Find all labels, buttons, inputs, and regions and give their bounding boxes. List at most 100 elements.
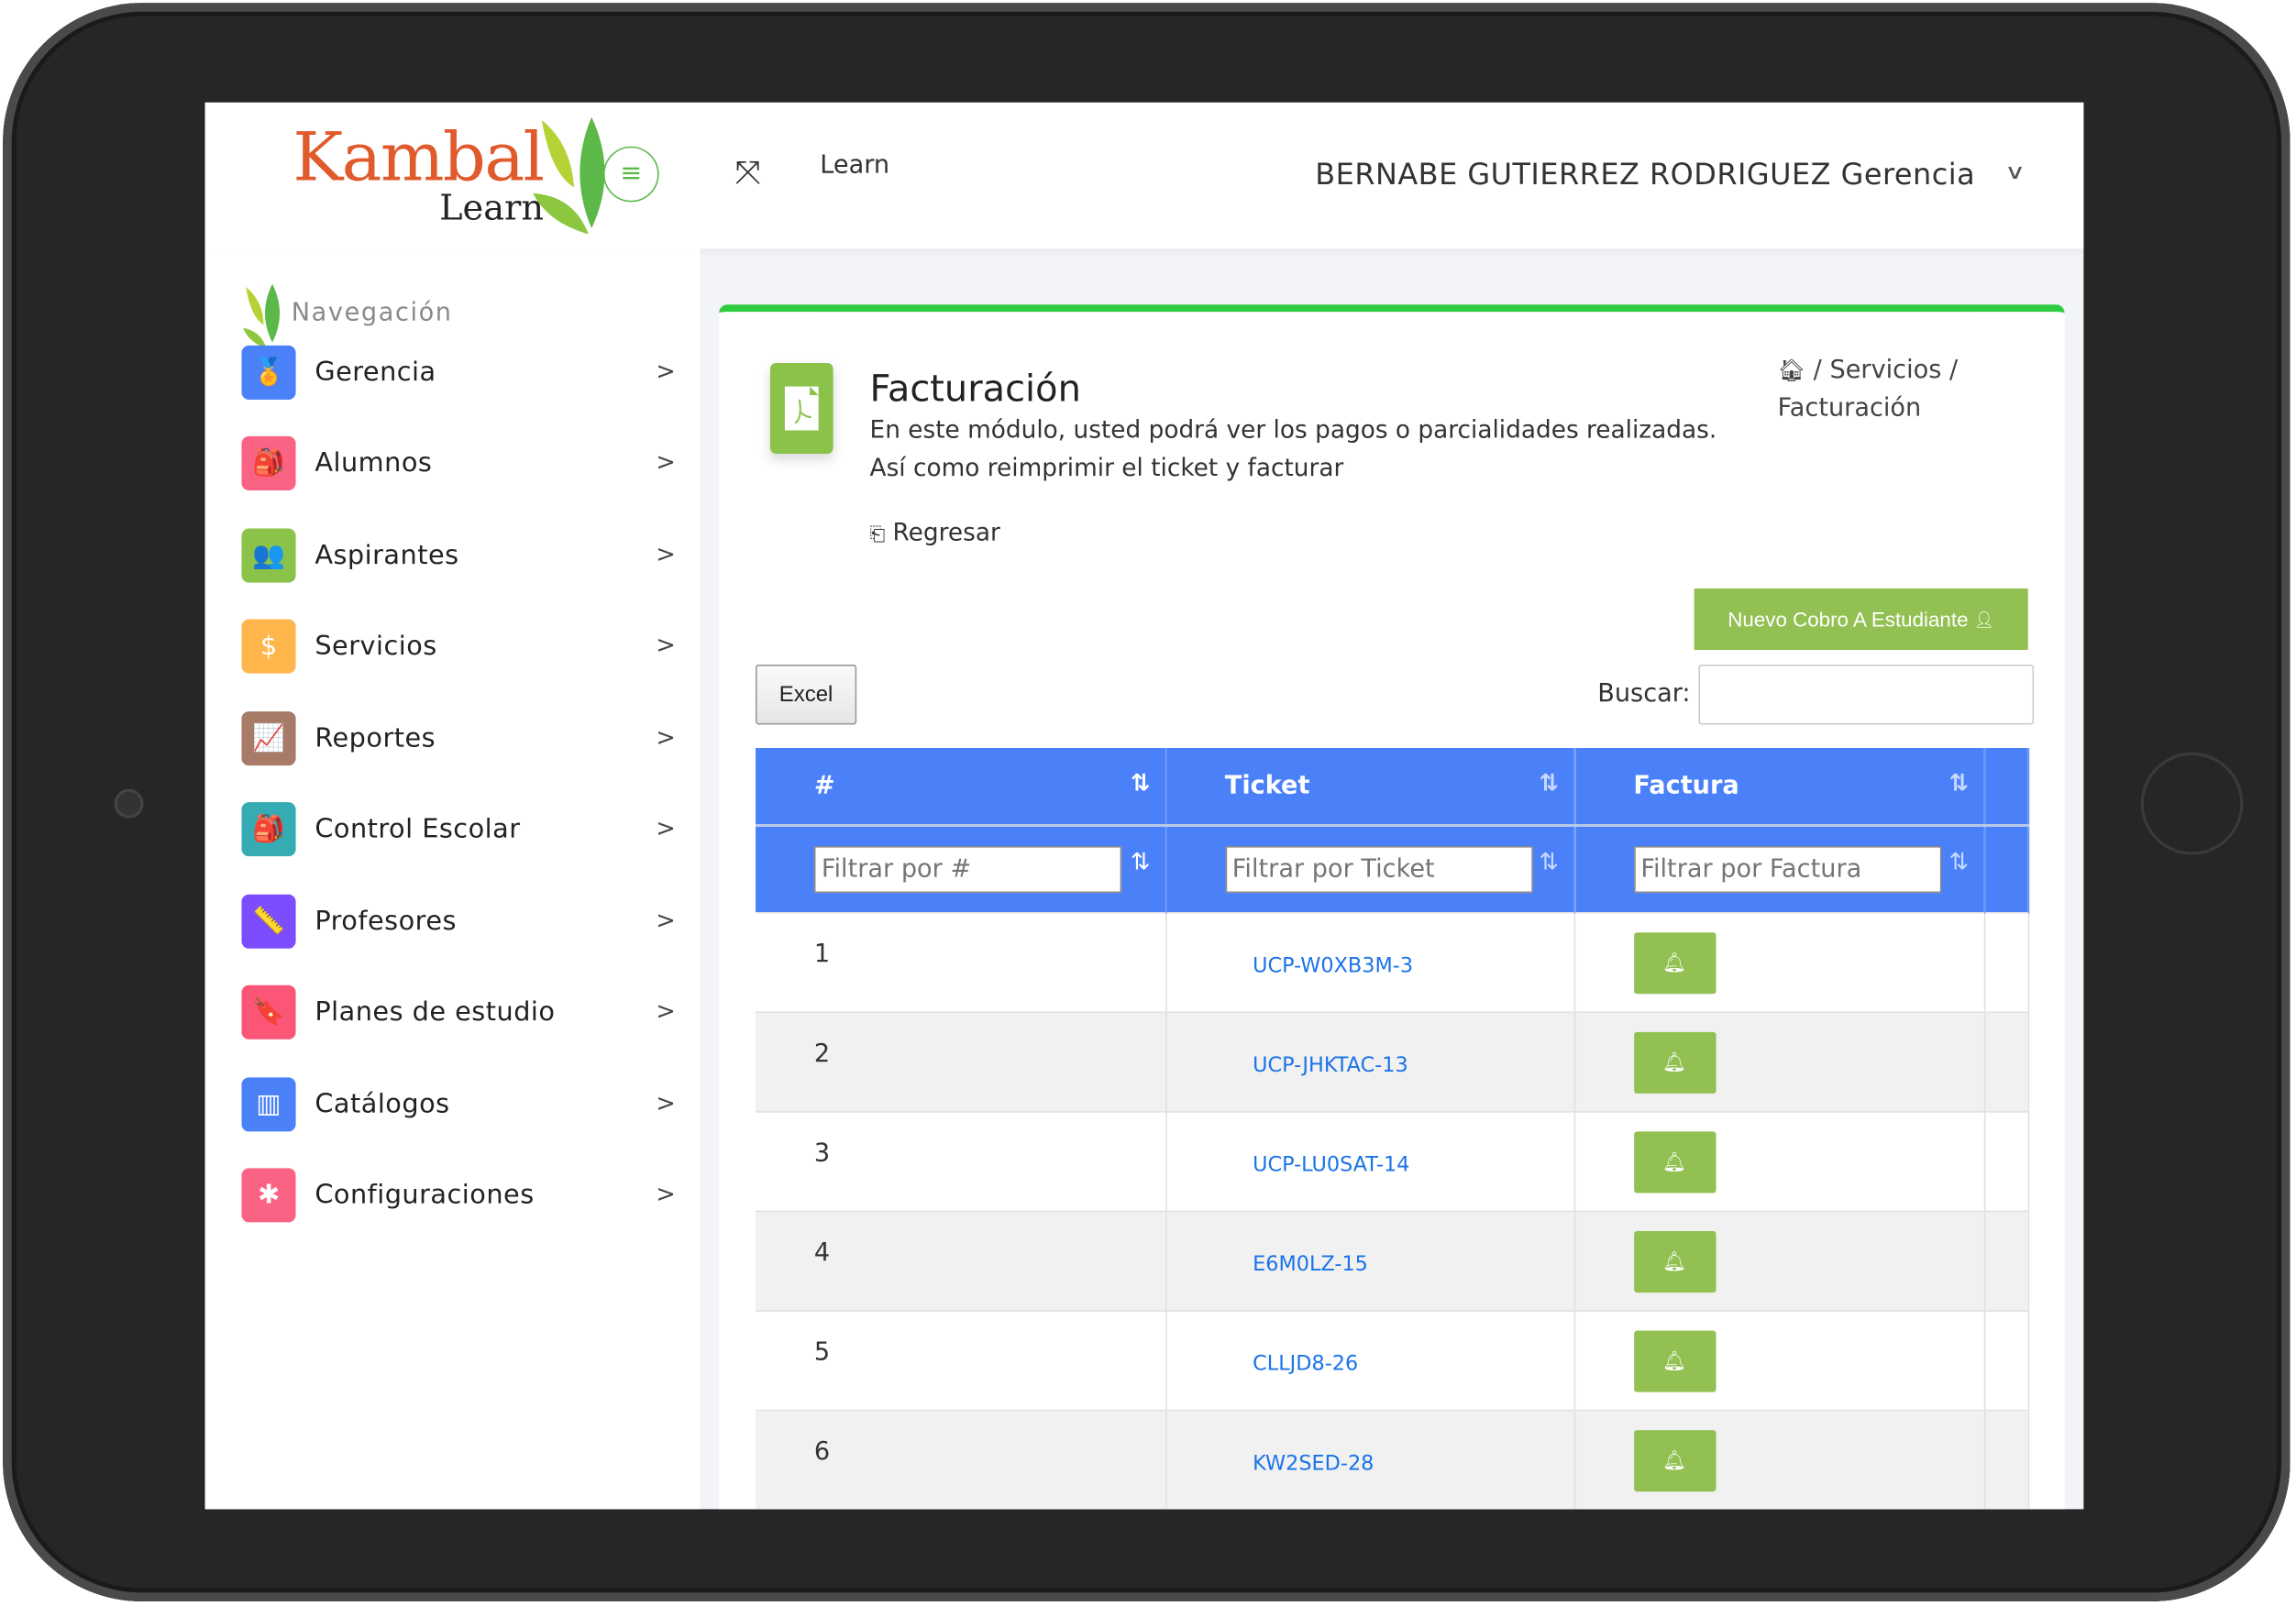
filter-ticket-input[interactable] (1224, 846, 1533, 894)
fullscreen-icon[interactable]: ⤧ (735, 155, 761, 192)
sidebar-item-alumnos[interactable]: 🎒 Alumnos > (241, 435, 680, 495)
camera-icon (114, 788, 144, 819)
filter-cell: ⇅ (756, 824, 1166, 913)
page-description: En este módulo, usted podrá ver los pago… (869, 415, 1717, 482)
sidebar-item-profesores[interactable]: 📏 Profesores > (241, 894, 680, 953)
chevron-right-icon: > (656, 540, 676, 568)
chevron-down-icon[interactable]: ∨ (2004, 161, 2026, 185)
filter-cell: ⇅ (1573, 824, 1985, 913)
chevron-right-icon: > (656, 447, 676, 476)
breadcrumb: 🏠︎ / Servicios / Facturación (1777, 356, 1959, 424)
search-label: Buscar: (1597, 678, 1691, 709)
chart-line-icon: 📈 (241, 711, 296, 766)
sidebar-item-label: Configuraciones (315, 1180, 535, 1211)
sidebar-item-configuraciones[interactable]: ✱ Configuraciones > (241, 1168, 680, 1226)
chevron-right-icon: > (656, 722, 676, 752)
sort-icon: ⇅ (1948, 768, 1970, 797)
sidebar-item-control-escolar[interactable]: 🎒 Control Escolar > (241, 802, 680, 861)
layout-icon: ▥ (241, 1077, 296, 1132)
invoice-bell-button[interactable]: 🔔︎ (1633, 1230, 1716, 1293)
sidebar-item-label: Reportes (315, 722, 436, 754)
row-number: 5 (813, 1337, 831, 1368)
backpack-icon: 🎒 (241, 802, 296, 857)
sidebar-item-gerencia[interactable]: 🏅 Gerencia > (241, 345, 680, 404)
filter-number-input[interactable] (813, 846, 1122, 894)
column-header-number[interactable]: # ⇅ (756, 748, 1166, 826)
chevron-right-icon: > (656, 631, 676, 659)
chevron-right-icon: > (656, 357, 676, 385)
ruler-pencil-icon: 📏 (241, 894, 296, 949)
breadcrumb-current: Facturación (1777, 393, 1922, 424)
row-number: 6 (813, 1437, 831, 1468)
magic-wand-icon: ✱ (241, 1168, 296, 1223)
sidebar-item-reportes[interactable]: 📈 Reportes > (241, 711, 680, 770)
table-row: 1 UCP-W0XB3M-3 🔔︎ (756, 911, 2029, 1013)
screen: Kambal Learn ≡ ⤧ Learn BERNABE GUTIERREZ… (204, 102, 2084, 1510)
sidebar-item-planes-de-estudio[interactable]: 🔖 Planes de estudio > (241, 984, 680, 1044)
table-row: 6 KW2SED-28 🔔︎ (756, 1409, 2029, 1510)
sidebar-item-cat-logos[interactable]: ▥ Catálogos > (241, 1077, 680, 1136)
chevron-right-icon: > (656, 1180, 676, 1208)
home-button[interactable] (2140, 752, 2244, 855)
app-label[interactable]: Learn (820, 150, 889, 180)
sidebar: Navegación 🏅 Gerencia > 🎒 Alumnos > 👥 Aspi… (204, 248, 701, 1510)
invoice-bell-button[interactable]: 🔔︎ (1633, 1330, 1716, 1392)
logo-subtext: Learn (439, 187, 545, 229)
ticket-link[interactable]: E6M0LZ-15 (1253, 1253, 1573, 1277)
sort-icon: ⇅ (1539, 768, 1559, 797)
chevron-right-icon: > (656, 813, 676, 842)
back-label: Regresar (892, 518, 1000, 546)
ticket-link[interactable]: CLLJD8-26 (1253, 1353, 1573, 1377)
sidebar-item-aspirantes[interactable]: 👥 Aspirantes > (241, 528, 680, 587)
invoice-bell-button[interactable]: 🔔︎ (1633, 1430, 1716, 1492)
back-icon: ⎗ (869, 523, 886, 546)
column-header-extra (1983, 748, 2029, 826)
user-name[interactable]: BERNABE GUTIERREZ RODRIGUEZ Gerencia (1315, 157, 1975, 192)
sidebar-item-label: Alumnos (315, 447, 433, 479)
new-charge-button[interactable]: Nuevo Cobro A Estudiante 👤︎ (1694, 588, 2028, 651)
sidebar-item-label: Catálogos (315, 1089, 450, 1120)
filter-factura-input[interactable] (1633, 846, 1941, 894)
breadcrumb-servicios[interactable]: Servicios (1829, 356, 1941, 385)
ticket-link[interactable]: UCP-LU0SAT-14 (1253, 1153, 1573, 1177)
bell-icon: 🔔︎ (1661, 1449, 1687, 1472)
navigation-heading: Navegación (291, 298, 453, 328)
filter-cell: ⇅ (1165, 824, 1575, 913)
bell-icon: 🔔︎ (1661, 1350, 1687, 1373)
top-bar: Kambal Learn ≡ ⤧ Learn BERNABE GUTIERREZ… (204, 102, 2084, 249)
chevron-right-icon: > (656, 996, 676, 1025)
users-icon: 👥 (241, 528, 296, 583)
search-input[interactable] (1698, 664, 2035, 725)
excel-button[interactable]: Excel (756, 664, 857, 725)
invoice-bell-button[interactable]: 🔔︎ (1633, 1131, 1716, 1194)
sidebar-item-label: Gerencia (315, 357, 436, 389)
chevron-right-icon: > (656, 906, 676, 934)
ticket-link[interactable]: UCP-W0XB3M-3 (1253, 954, 1573, 978)
tablet-frame: Kambal Learn ≡ ⤧ Learn BERNABE GUTIERREZ… (0, 0, 2296, 1606)
ticket-link[interactable]: KW2SED-28 (1253, 1452, 1573, 1476)
invoice-bell-button[interactable]: 🔔︎ (1633, 1031, 1716, 1094)
sidebar-item-label: Aspirantes (315, 540, 459, 571)
table-row: 3 UCP-LU0SAT-14 🔔︎ (756, 1111, 2029, 1212)
bell-icon: 🔔︎ (1661, 1150, 1687, 1173)
dollar-icon: $ (241, 619, 296, 674)
sidebar-item-servicios[interactable]: $ Servicios > (241, 619, 680, 677)
back-link[interactable]: ⎗ Regresar (870, 518, 1000, 545)
invoice-bell-button[interactable]: 🔔︎ (1633, 932, 1716, 995)
hamburger-menu-icon[interactable]: ≡ (602, 146, 659, 203)
page-title: Facturación (869, 367, 1081, 411)
sidebar-item-label: Planes de estudio (315, 996, 556, 1028)
table-row: 5 CLLJD8-26 🔔︎ (756, 1310, 2029, 1411)
column-header-ticket[interactable]: Ticket ⇅ (1165, 748, 1575, 826)
book-icon: 🔖 (241, 984, 296, 1040)
new-charge-label: Nuevo Cobro A Estudiante (1728, 607, 1969, 632)
logo-text: Kambal (293, 116, 545, 196)
row-number: 4 (813, 1238, 831, 1268)
navigation-leaf-icon (243, 283, 281, 349)
column-header-factura[interactable]: Factura ⇅ (1573, 748, 1985, 826)
content-card: Facturación En este módulo, usted podrá … (719, 304, 2065, 1510)
bell-icon: 🔔︎ (1661, 1051, 1687, 1074)
home-icon[interactable]: 🏠︎ (1778, 358, 1805, 384)
chevron-right-icon: > (656, 1089, 676, 1117)
ticket-link[interactable]: UCP-JHKTAC-13 (1253, 1054, 1573, 1078)
